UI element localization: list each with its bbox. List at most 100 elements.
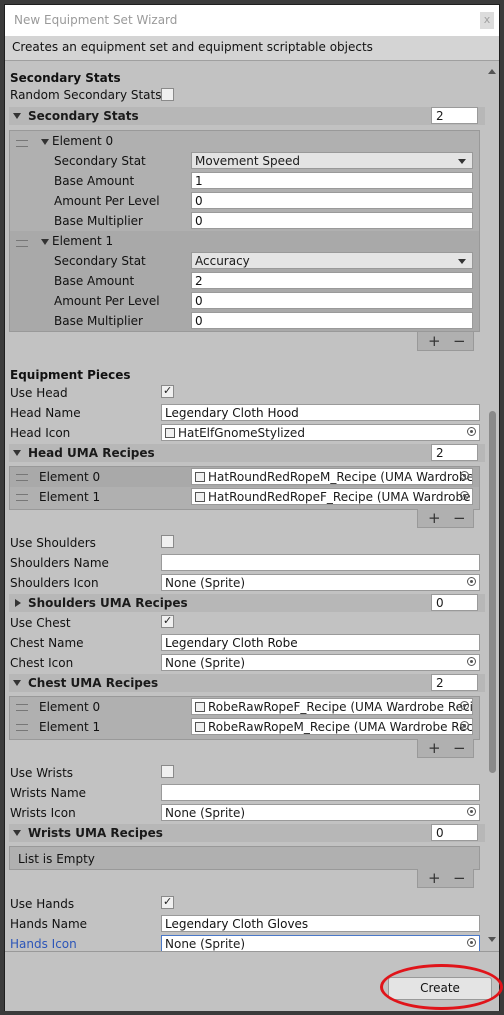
scroll-up-icon[interactable] xyxy=(488,69,496,74)
secondary-stat-dropdown[interactable]: Movement Speed xyxy=(191,152,473,169)
vertical-scrollbar[interactable] xyxy=(485,61,499,951)
remove-element-button[interactable]: − xyxy=(453,739,466,757)
create-button[interactable]: Create xyxy=(388,977,492,1000)
list-item: Element 0 Secondary Stat Movement Speed … xyxy=(10,131,479,231)
head-name-field[interactable]: Legendary Cloth Hood xyxy=(161,404,480,421)
equipment-pieces-heading: Equipment Pieces xyxy=(10,368,131,382)
secondary-stats-list-header[interactable]: Secondary Stats xyxy=(9,107,485,125)
object-picker-icon[interactable] xyxy=(467,657,476,666)
fold-open-icon[interactable] xyxy=(13,830,21,836)
fold-open-icon[interactable] xyxy=(13,680,21,686)
add-element-button[interactable]: + xyxy=(428,332,441,350)
add-element-button[interactable]: + xyxy=(428,869,441,887)
recipe-field[interactable]: HatRoundRedRopeM_Recipe (UMA Wardrobe Re… xyxy=(191,468,473,485)
recipe-field[interactable]: HatRoundRedRopeF_Recipe (UMA Wardrobe Re… xyxy=(191,488,473,505)
chest-name-field[interactable]: Legendary Cloth Robe xyxy=(161,634,480,651)
use-shoulders-checkbox[interactable] xyxy=(161,535,174,548)
drag-handle-icon[interactable] xyxy=(16,704,28,711)
wizard-window: New Equipment Set Wizard x Creates an eq… xyxy=(5,5,499,1011)
base-multiplier-field[interactable]: 0 xyxy=(191,212,473,229)
drag-handle-icon[interactable] xyxy=(16,240,28,247)
chest-icon-label: Chest Icon xyxy=(10,656,74,670)
base-amount-field[interactable]: 2 xyxy=(191,272,473,289)
random-secondary-stats-label: Random Secondary Stats xyxy=(10,88,162,102)
wrists-icon-field[interactable]: None (Sprite) xyxy=(161,804,480,821)
shoulders-icon-label: Shoulders Icon xyxy=(10,576,99,590)
shoulders-recipes-list-header[interactable]: Shoulders UMA Recipes xyxy=(9,594,485,612)
head-recipes-list-header[interactable]: Head UMA Recipes xyxy=(9,444,485,462)
remove-element-button[interactable]: − xyxy=(453,332,466,350)
shoulders-name-field[interactable] xyxy=(161,554,480,571)
scroll-down-icon[interactable] xyxy=(488,937,496,942)
shoulders-recipes-count[interactable]: 0 xyxy=(431,594,478,611)
add-element-button[interactable]: + xyxy=(428,509,441,527)
window-title: New Equipment Set Wizard xyxy=(14,13,178,27)
fold-open-icon[interactable] xyxy=(13,113,21,119)
amount-per-level-label: Amount Per Level xyxy=(54,194,160,208)
list-item: Element 1 HatRoundRedRopeF_Recipe (UMA W… xyxy=(10,487,479,507)
use-chest-label: Use Chest xyxy=(10,616,71,630)
object-picker-icon[interactable] xyxy=(467,938,476,947)
list-item: Element 0 RobeRawRopeF_Recipe (UMA Wardr… xyxy=(10,697,479,717)
head-icon-field[interactable]: HatElfGnomeStylized xyxy=(161,424,480,441)
remove-element-button[interactable]: − xyxy=(453,509,466,527)
use-head-checkbox[interactable]: ✓ xyxy=(161,384,174,398)
wrists-recipes-title: Wrists UMA Recipes xyxy=(28,826,163,840)
random-secondary-stats-checkbox[interactable] xyxy=(161,88,174,101)
close-icon[interactable]: x xyxy=(480,12,494,29)
chest-recipes-count[interactable]: 2 xyxy=(431,674,478,691)
element-label: Element 1 xyxy=(39,490,101,504)
wrists-name-field[interactable] xyxy=(161,784,480,801)
fold-open-icon[interactable] xyxy=(13,450,21,456)
secondary-stats-list: Element 0 Secondary Stat Movement Speed … xyxy=(9,130,480,332)
wrists-recipes-count[interactable]: 0 xyxy=(431,824,478,841)
shoulders-recipes-title: Shoulders UMA Recipes xyxy=(28,596,188,610)
use-wrists-label: Use Wrists xyxy=(10,766,74,780)
use-hands-label: Use Hands xyxy=(10,897,75,911)
use-shoulders-label: Use Shoulders xyxy=(10,536,96,550)
wrists-recipes-list: List is Empty xyxy=(9,846,480,870)
object-picker-icon[interactable] xyxy=(460,491,469,500)
object-picker-icon[interactable] xyxy=(467,577,476,586)
drag-handle-icon[interactable] xyxy=(16,140,28,147)
drag-handle-icon[interactable] xyxy=(16,474,28,481)
wrists-icon-value: None (Sprite) xyxy=(165,806,246,820)
use-wrists-checkbox[interactable] xyxy=(161,765,174,778)
add-element-button[interactable]: + xyxy=(428,739,441,757)
head-recipes-count[interactable]: 2 xyxy=(431,444,478,461)
wrists-recipes-list-header[interactable]: Wrists UMA Recipes xyxy=(9,824,485,842)
drag-handle-icon[interactable] xyxy=(16,494,28,501)
hands-name-field[interactable]: Legendary Cloth Gloves xyxy=(161,915,480,932)
object-picker-icon[interactable] xyxy=(460,701,469,710)
chest-icon-field[interactable]: None (Sprite) xyxy=(161,654,480,671)
scrollbar-thumb[interactable] xyxy=(489,411,496,773)
object-picker-icon[interactable] xyxy=(460,471,469,480)
amount-per-level-field[interactable]: 0 xyxy=(191,192,473,209)
amount-per-level-field[interactable]: 0 xyxy=(191,292,473,309)
object-picker-icon[interactable] xyxy=(467,807,476,816)
inspector-content[interactable]: Secondary Stats Random Secondary Stats S… xyxy=(5,61,485,951)
use-hands-checkbox[interactable]: ✓ xyxy=(161,895,174,909)
object-picker-icon[interactable] xyxy=(460,721,469,730)
base-amount-field[interactable]: 1 xyxy=(191,172,473,189)
base-multiplier-field[interactable]: 0 xyxy=(191,312,473,329)
shoulders-icon-field[interactable]: None (Sprite) xyxy=(161,574,480,591)
fold-closed-icon[interactable] xyxy=(15,599,21,607)
hands-icon-field[interactable]: None (Sprite) xyxy=(161,935,480,951)
use-chest-checkbox[interactable]: ✓ xyxy=(161,614,174,628)
secondary-stats-count[interactable]: 2 xyxy=(431,107,478,124)
sprite-icon xyxy=(165,428,175,438)
remove-element-button[interactable]: − xyxy=(453,869,466,887)
chest-recipes-list-header[interactable]: Chest UMA Recipes xyxy=(9,674,485,692)
title-bar[interactable]: New Equipment Set Wizard x xyxy=(5,5,499,36)
recipe-field[interactable]: RobeRawRopeM_Recipe (UMA Wardrobe Recipe… xyxy=(191,718,473,735)
drag-handle-icon[interactable] xyxy=(16,724,28,731)
fold-open-icon[interactable] xyxy=(41,139,49,145)
wizard-description-bar: Creates an equipment set and equipment s… xyxy=(5,36,499,61)
object-picker-icon[interactable] xyxy=(467,427,476,436)
secondary-stat-dropdown[interactable]: Accuracy xyxy=(191,252,473,269)
fold-open-icon[interactable] xyxy=(41,239,49,245)
chevron-down-icon xyxy=(458,259,466,264)
recipe-field[interactable]: RobeRawRopeF_Recipe (UMA Wardrobe Recipe… xyxy=(191,698,473,715)
dropdown-value: Accuracy xyxy=(195,254,250,268)
